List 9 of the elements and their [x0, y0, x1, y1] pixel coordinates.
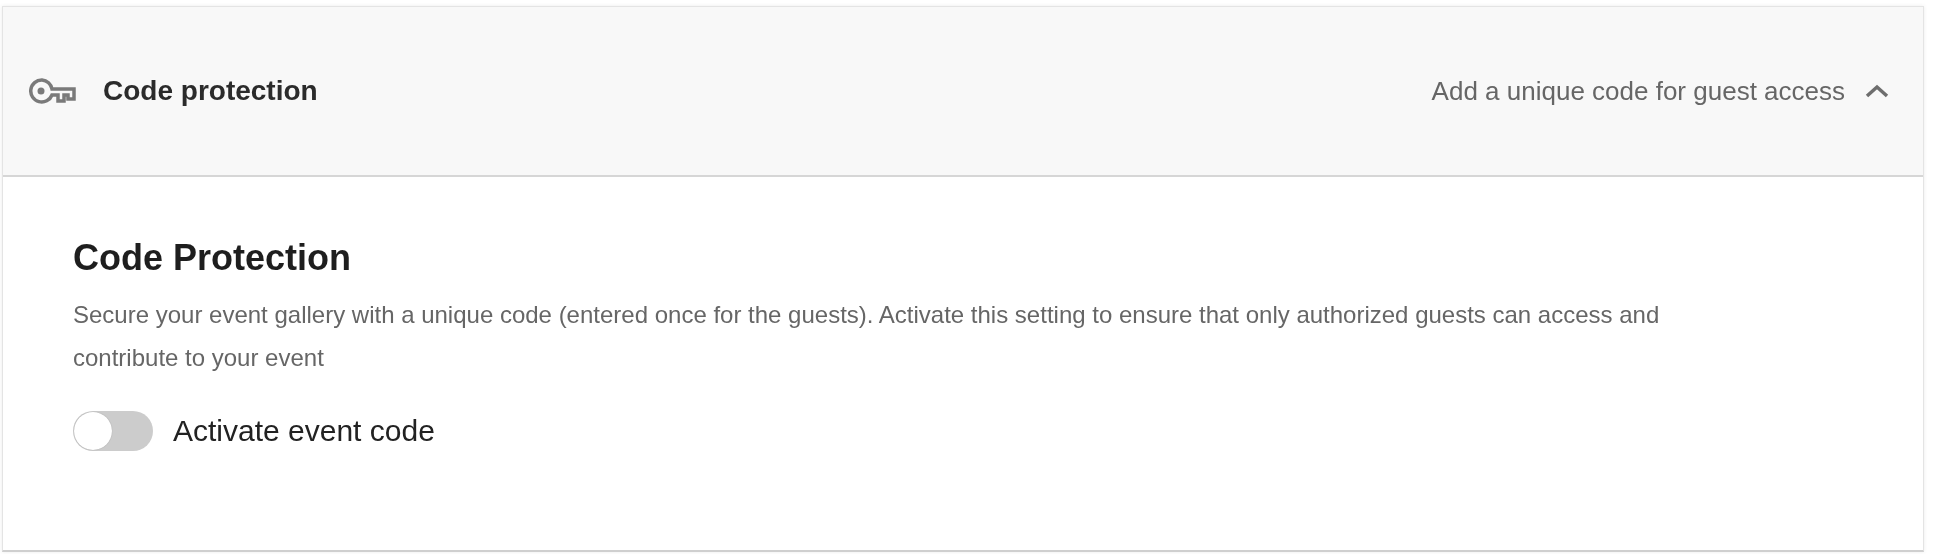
panel-heading: Code Protection [73, 237, 352, 279]
chevron-up-icon[interactable] [1865, 84, 1889, 98]
panel-description: Secure your event gallery with a unique code (entered once for the guests). Activate this setting to ensure that only authorized guests can access and contribute to your event [73, 300, 1661, 373]
key-icon [29, 78, 77, 104]
section-title: Code protection [103, 75, 318, 107]
toggle-label: Activate event code [173, 414, 435, 448]
section-header[interactable]: Code protection Add a unique code for guest access [3, 7, 1923, 177]
section-summary: Add a unique code for guest access [1431, 75, 1845, 107]
toggle-switch[interactable] [73, 411, 153, 451]
